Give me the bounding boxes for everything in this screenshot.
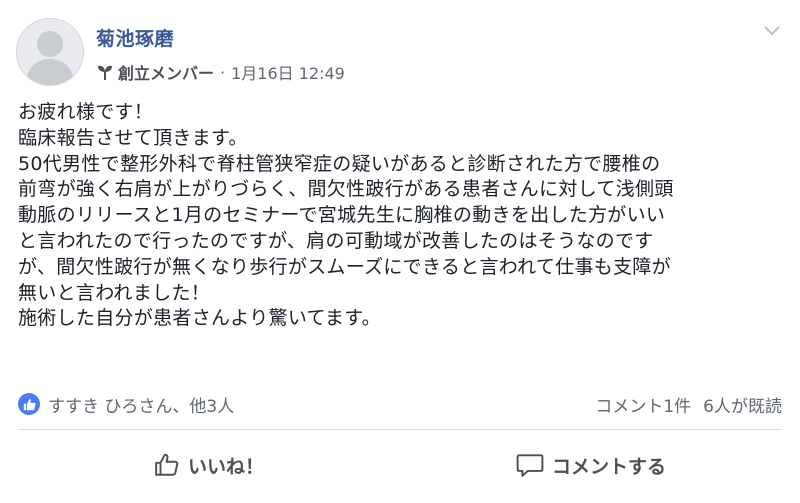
action-bar: いいね！ コメントする bbox=[18, 440, 782, 490]
author-name[interactable]: 菊池琢磨 bbox=[96, 24, 174, 51]
post-line: 50代男性で整形外科で脊柱管狭窄症の疑いがあると診断された方で腰椎の bbox=[18, 152, 661, 175]
post-line: 臨床報告させて頂きます。 bbox=[18, 126, 248, 149]
meta-separator: · bbox=[220, 62, 226, 82]
post-line: 動脈のリリースと1月のセミナーで宮城先生に胸椎の動きを出した方がいい bbox=[18, 204, 666, 227]
post-body: お疲れ様です！ 臨床報告させて頂きます。 50代男性で整形外科で脊柱管狭窄症の疑… bbox=[18, 100, 788, 332]
post-line: 前弯が強く右肩が上がりづらく、間欠性跛行がある患者さんに対して浅側頭 bbox=[18, 178, 674, 201]
seen-count[interactable]: 6人が既読 bbox=[703, 392, 782, 417]
chevron-down-icon[interactable] bbox=[762, 24, 782, 38]
like-label: いいね！ bbox=[187, 455, 264, 478]
divider bbox=[18, 429, 782, 430]
comment-icon bbox=[516, 454, 544, 477]
thumbs-up-icon bbox=[155, 453, 179, 476]
post-line: お疲れ様です！ bbox=[18, 101, 154, 123]
post-line: と言われたので行ったのですが、肩の可動域が改善したのはそうなのです bbox=[18, 229, 654, 252]
reaction-summary: すすき ひろさん、他3人 コメント1件 6人が既読 bbox=[18, 390, 782, 418]
post-line: 施術した自分が患者さんより驚いてます。 bbox=[18, 307, 381, 330]
post-line: が、間欠性跛行が無くなり歩行がスムーズにできると言われて仕事も支障が bbox=[18, 255, 671, 278]
comment-count[interactable]: コメント1件 bbox=[595, 392, 691, 417]
comment-button[interactable]: コメントする bbox=[400, 440, 782, 490]
like-button[interactable]: いいね！ bbox=[18, 440, 400, 490]
post-line: 無いと言われました！ bbox=[18, 281, 211, 304]
post-meta: 創立メンバー · 1月16日 12:49 bbox=[96, 60, 345, 84]
post-timestamp[interactable]: 1月16日 12:49 bbox=[231, 60, 345, 84]
member-role[interactable]: 創立メンバー bbox=[118, 60, 214, 84]
avatar[interactable] bbox=[16, 18, 84, 86]
like-badge-icon bbox=[18, 393, 40, 415]
likers-text[interactable]: すすき ひろさん、他3人 bbox=[48, 392, 234, 417]
sprout-icon bbox=[98, 65, 112, 80]
comment-label: コメントする bbox=[551, 455, 666, 478]
post-header: 菊池琢磨 創立メンバー · 1月16日 12:49 bbox=[16, 18, 784, 88]
